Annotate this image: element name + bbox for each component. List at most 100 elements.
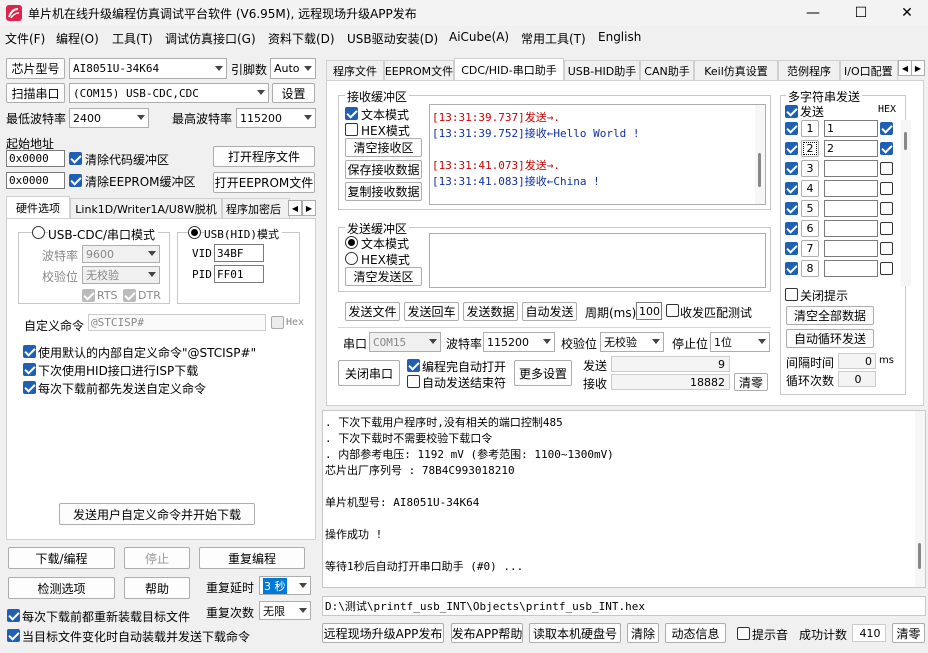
tab-program-file[interactable]: 程序文件 — [326, 60, 384, 80]
multi-row-send-button[interactable]: 6 — [801, 220, 819, 237]
multi-row-send-button[interactable]: 3 — [801, 160, 819, 177]
tab-scroll-left-icon[interactable]: ◀ — [288, 200, 302, 216]
menu-aicube[interactable]: AiCube(A) — [449, 30, 509, 44]
receive-scrollbar[interactable] — [755, 105, 765, 204]
multi-row-send-button[interactable]: 2 — [801, 140, 819, 157]
open-eeprom-file-button[interactable]: 打开EEPROM文件 — [213, 172, 315, 193]
multi-row-send-button[interactable]: 4 — [801, 180, 819, 197]
auto-send-button[interactable]: 自动发送 — [522, 302, 577, 321]
tab-link1d-writer[interactable]: Link1D/Writer1A/U8W脱机 — [70, 198, 222, 218]
minimize-button[interactable]: — — [790, 0, 836, 26]
multi-row-hex-checkbox[interactable] — [880, 202, 893, 215]
repeat-count-select[interactable]: 无限 — [259, 601, 311, 620]
dtr-checkbox[interactable] — [123, 289, 136, 302]
code-start-address-input[interactable]: 0x0000 — [6, 150, 65, 167]
clear-success-count-button[interactable]: 清零 — [892, 623, 925, 643]
open-program-file-button[interactable]: 打开程序文件 — [213, 146, 315, 167]
custom-command-hex-checkbox[interactable] — [271, 316, 284, 329]
tab-eeprom-file[interactable]: EEPROM文件 — [384, 60, 454, 80]
multi-row-hex-checkbox[interactable] — [880, 222, 893, 235]
multi-row-enable-checkbox[interactable] — [785, 262, 798, 275]
interval-input[interactable]: 0 — [838, 353, 876, 369]
multi-row-send-button[interactable]: 5 — [801, 200, 819, 217]
multi-row-hex-checkbox[interactable] — [880, 122, 893, 135]
pin-count-select[interactable]: Auto — [270, 58, 316, 79]
multi-row-input[interactable] — [824, 180, 878, 197]
tab-keil-sim[interactable]: Keil仿真设置 — [694, 60, 778, 80]
send-custom-before-download-checkbox[interactable] — [23, 381, 36, 394]
more-settings-button[interactable]: 更多设置 — [514, 360, 572, 386]
multi-string-scrollbar[interactable] — [901, 120, 911, 286]
send-custom-command-button[interactable]: 发送用户自定义命令并开始下载 — [59, 503, 255, 525]
stop-bits-select[interactable]: 1位 — [710, 332, 770, 352]
multi-row-enable-checkbox[interactable] — [785, 162, 798, 175]
send-file-button[interactable]: 发送文件 — [345, 302, 400, 321]
multi-row-hex-checkbox[interactable] — [880, 142, 893, 155]
reload-before-download-checkbox[interactable] — [7, 609, 20, 622]
tab-scroll-right-icon[interactable]: ▶ — [911, 60, 925, 76]
multi-row-hex-checkbox[interactable] — [880, 262, 893, 275]
maximize-button[interactable]: ☐ — [838, 0, 884, 26]
serial-parity-select[interactable]: 无校验 — [600, 332, 664, 352]
tab-examples[interactable]: 范例程序 — [778, 60, 840, 80]
tab-program-encrypt[interactable]: 程序加密后 — [222, 198, 290, 218]
multi-row-input[interactable] — [824, 160, 878, 177]
save-receive-button[interactable]: 保存接收数据 — [345, 160, 422, 179]
multi-row-enable-checkbox[interactable] — [785, 122, 798, 135]
pid-input[interactable]: FF01 — [214, 265, 264, 283]
multi-row-input[interactable]: 2 — [824, 140, 878, 157]
multi-row-hex-checkbox[interactable] — [880, 162, 893, 175]
multi-row-hex-checkbox[interactable] — [880, 242, 893, 255]
reprogram-button[interactable]: 重复编程 — [199, 547, 305, 569]
multi-row-enable-checkbox[interactable] — [785, 202, 798, 215]
default-command-checkbox[interactable] — [23, 345, 36, 358]
auto-loop-send-button[interactable]: 自动循环发送 — [786, 329, 874, 348]
help-button[interactable]: 帮助 — [124, 577, 190, 599]
vid-input[interactable]: 34BF — [214, 244, 264, 262]
menu-english[interactable]: English — [598, 30, 641, 44]
recv-hex-mode-checkbox[interactable] — [345, 123, 358, 136]
hid-isp-checkbox[interactable] — [23, 363, 36, 376]
menu-program[interactable]: 编程(O) — [56, 30, 99, 47]
multi-row-input[interactable] — [824, 200, 878, 217]
tab-hardware-options[interactable]: 硬件选项 — [6, 196, 70, 218]
menu-common-tools[interactable]: 常用工具(T) — [521, 30, 586, 47]
output-log-scrollbar[interactable] — [915, 411, 925, 587]
multi-row-input[interactable]: 1 — [824, 120, 878, 137]
multi-row-enable-checkbox[interactable] — [785, 242, 798, 255]
menu-usb-driver[interactable]: USB驱动安装(D) — [347, 30, 438, 47]
serial-port-select[interactable]: COM15 — [369, 332, 441, 352]
multi-row-enable-checkbox[interactable] — [785, 222, 798, 235]
beep-checkbox[interactable] — [737, 627, 750, 640]
auto-send-terminator-checkbox[interactable] — [407, 375, 420, 388]
clear-eeprom-buffer-checkbox[interactable] — [69, 174, 82, 187]
multi-row-enable-checkbox[interactable] — [785, 142, 798, 155]
close-button[interactable]: ✕ — [884, 0, 928, 26]
close-hint-checkbox[interactable] — [785, 288, 798, 301]
tab-can[interactable]: CAN助手 — [640, 60, 694, 80]
serial-baud-select[interactable]: 115200 — [483, 332, 555, 352]
detect-options-button[interactable]: 检测选项 — [8, 577, 115, 599]
download-program-button[interactable]: 下载/编程 — [8, 547, 115, 569]
menu-debug[interactable]: 调试仿真接口(G) — [165, 30, 256, 47]
chip-type-select[interactable]: AI8051U-34K64 — [69, 58, 227, 79]
auto-open-after-program-checkbox[interactable] — [407, 359, 420, 372]
cdc-mode-radio[interactable] — [32, 226, 45, 239]
multi-row-enable-checkbox[interactable] — [785, 182, 798, 195]
output-log[interactable]: . 下次下载用户程序时,没有相关的端口控制485 . 下次下载时不需要校验下载口令… — [322, 410, 926, 588]
recv-text-mode-checkbox[interactable] — [345, 107, 358, 120]
menu-tools[interactable]: 工具(T) — [112, 30, 153, 47]
period-input[interactable]: 100 — [636, 302, 662, 320]
clear-log-button[interactable]: 清除 — [627, 623, 659, 643]
multi-row-input[interactable] — [824, 240, 878, 257]
tab-usb-hid[interactable]: USB-HID助手 — [564, 60, 640, 80]
baud-select[interactable]: 9600 — [82, 245, 160, 263]
parity-select[interactable]: 无校验 — [82, 266, 160, 284]
multi-row-input[interactable] — [824, 220, 878, 237]
chip-type-button[interactable]: 芯片型号 — [6, 58, 65, 79]
publish-app-help-button[interactable]: 发布APP帮助 — [451, 623, 523, 643]
clear-send-button[interactable]: 清空发送区 — [345, 267, 422, 286]
close-serial-port-button[interactable]: 关闭串口 — [338, 360, 400, 386]
port-select[interactable]: (COM15) USB-CDC,CDC — [69, 83, 269, 103]
auto-load-on-change-checkbox[interactable] — [7, 629, 20, 642]
